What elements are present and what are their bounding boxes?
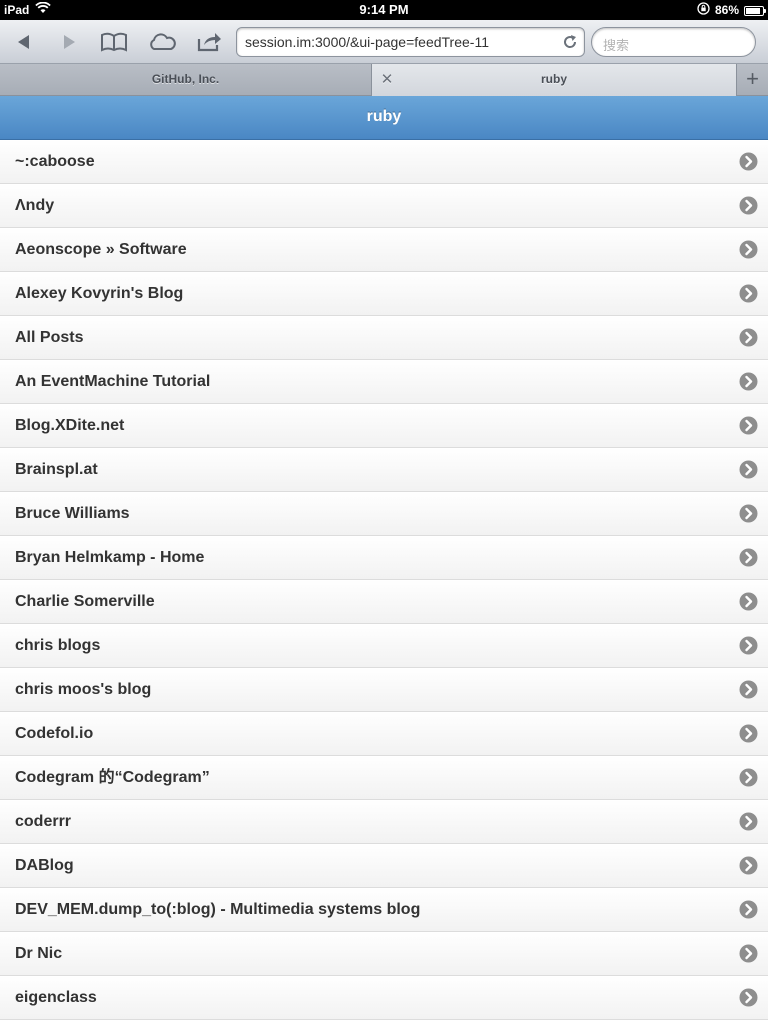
browser-toolbar: session.im:3000/&ui-page=feedTree-11 搜索 xyxy=(0,20,768,64)
back-arrow-icon[interactable] xyxy=(7,28,41,56)
url-text: session.im:3000/&ui-page=feedTree-11 xyxy=(245,34,489,50)
chevron-right-icon[interactable] xyxy=(739,284,758,303)
list-item-label: Blog.XDite.net xyxy=(15,417,125,434)
search-placeholder: 搜索 xyxy=(603,38,630,53)
chevron-right-icon[interactable] xyxy=(739,812,758,831)
chevron-right-icon[interactable] xyxy=(739,152,758,171)
list-item-label: Charlie Somerville xyxy=(15,593,155,610)
chevron-right-icon[interactable] xyxy=(739,196,758,215)
chevron-right-icon[interactable] xyxy=(739,548,758,567)
list-item-label: Brainspl.at xyxy=(15,461,98,478)
list-item[interactable]: DABlog xyxy=(0,844,768,888)
tab-title: GitHub, Inc. xyxy=(151,72,220,86)
list-item-label: eigenclass xyxy=(15,989,97,1006)
forward-arrow-icon[interactable] xyxy=(52,28,86,56)
list-item-label: Codefol.io xyxy=(15,725,94,742)
list-item[interactable]: Charlie Somerville xyxy=(0,580,768,624)
tab-bar: GitHub, Inc. ✕ ruby + xyxy=(0,64,768,96)
list-item[interactable]: Codefol.io xyxy=(0,712,768,756)
chevron-right-icon[interactable] xyxy=(739,592,758,611)
chevron-right-icon[interactable] xyxy=(739,680,758,699)
plus-icon: + xyxy=(746,66,759,91)
chevron-right-icon[interactable] xyxy=(739,328,758,347)
tab-ruby[interactable]: ✕ ruby xyxy=(372,64,736,96)
list-item[interactable]: Bruce Williams xyxy=(0,492,768,536)
list-item-label: All Posts xyxy=(15,329,84,346)
status-bar: iPad 9:14 PM 86% xyxy=(0,0,768,20)
chevron-right-icon[interactable] xyxy=(739,460,758,479)
list-item[interactable]: chris blogs xyxy=(0,624,768,668)
search-input[interactable]: 搜索 xyxy=(591,27,756,57)
list-item-label: DEV_MEM.dump_to(:blog) - Multimedia syst… xyxy=(15,901,421,918)
list-item[interactable]: Codegram 的“Codegram” xyxy=(0,756,768,800)
list-item-label: Bryan Helmkamp - Home xyxy=(15,549,205,566)
list-item[interactable]: ~:caboose xyxy=(0,140,768,184)
chevron-right-icon[interactable] xyxy=(739,944,758,963)
tab-github[interactable]: GitHub, Inc. xyxy=(0,64,372,96)
list-item[interactable]: Dr Nic xyxy=(0,932,768,976)
book-icon[interactable] xyxy=(97,28,131,56)
list-item-label: Dr Nic xyxy=(15,945,63,962)
list-item[interactable]: chris moos's blog xyxy=(0,668,768,712)
share-icon[interactable] xyxy=(192,28,226,56)
feed-list: ~:caboose Λndy Aeonscope » Software Alexey … xyxy=(0,140,768,1020)
list-item[interactable]: Aeonscope » Software xyxy=(0,228,768,272)
chevron-right-icon[interactable] xyxy=(739,988,758,1007)
list-item-label: DABlog xyxy=(15,857,74,874)
chevron-right-icon[interactable] xyxy=(739,724,758,743)
close-icon[interactable]: ✕ xyxy=(380,64,394,95)
chevron-right-icon[interactable] xyxy=(739,636,758,655)
chevron-right-icon[interactable] xyxy=(739,900,758,919)
cloud-icon[interactable] xyxy=(145,28,179,56)
list-item[interactable]: Brainspl.at xyxy=(0,448,768,492)
list-item-label: Aeonscope » Software xyxy=(15,241,187,258)
list-item-label: Alexey Kovyrin's Blog xyxy=(15,285,184,302)
chevron-right-icon[interactable] xyxy=(739,416,758,435)
url-field[interactable]: session.im:3000/&ui-page=feedTree-11 xyxy=(236,27,585,57)
list-item[interactable]: An EventMachine Tutorial xyxy=(0,360,768,404)
tab-title: ruby xyxy=(540,72,567,86)
list-item-label: coderrr xyxy=(15,813,72,830)
add-tab-button[interactable]: + xyxy=(736,64,768,96)
list-item-label: Codegram 的“Codegram” xyxy=(15,769,210,786)
page-title: ruby xyxy=(0,96,768,140)
list-item-label: Λndy xyxy=(15,197,55,214)
chevron-right-icon[interactable] xyxy=(739,372,758,391)
status-right: 86% xyxy=(697,2,766,18)
list-item[interactable]: eigenclass xyxy=(0,976,768,1020)
list-item[interactable]: Alexey Kovyrin's Blog xyxy=(0,272,768,316)
list-item[interactable]: DEV_MEM.dump_to(:blog) - Multimedia syst… xyxy=(0,888,768,932)
list-item-label: ~:caboose xyxy=(15,153,95,170)
battery-percent: 86% xyxy=(714,3,739,17)
status-time: 9:14 PM xyxy=(359,2,409,17)
list-item-label: An EventMachine Tutorial xyxy=(15,373,211,390)
chevron-right-icon[interactable] xyxy=(739,768,758,787)
list-item[interactable]: Λndy xyxy=(0,184,768,228)
rotation-lock-icon xyxy=(697,2,710,18)
list-item-label: Bruce Williams xyxy=(15,505,130,522)
chevron-right-icon[interactable] xyxy=(739,856,758,875)
list-item[interactable]: All Posts xyxy=(0,316,768,360)
list-item[interactable]: Blog.XDite.net xyxy=(0,404,768,448)
reload-icon[interactable] xyxy=(562,34,578,53)
list-item-label: chris moos's blog xyxy=(15,681,152,698)
battery-icon xyxy=(744,5,766,16)
list-item[interactable]: coderrr xyxy=(0,800,768,844)
chevron-right-icon[interactable] xyxy=(739,240,758,259)
chevron-right-icon[interactable] xyxy=(739,504,758,523)
list-item-label: chris blogs xyxy=(15,637,101,654)
list-item[interactable]: Bryan Helmkamp - Home xyxy=(0,536,768,580)
